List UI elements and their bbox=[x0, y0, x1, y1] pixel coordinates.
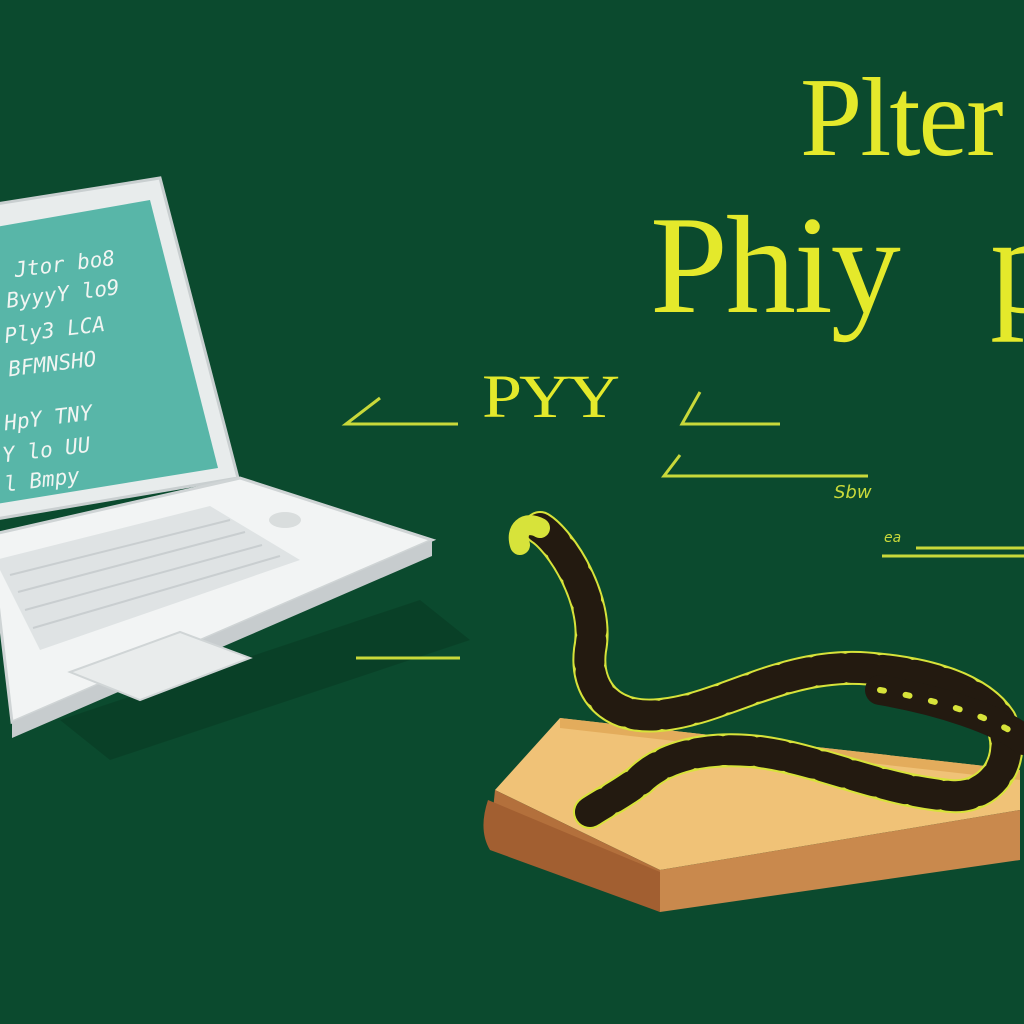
title-line-1: Plter bbox=[800, 56, 1004, 180]
title-small: PYY bbox=[482, 362, 620, 431]
title-line-2: Phiy bbox=[650, 188, 901, 343]
illustration: Plter Phiy p PYY Jtor bo8 ByyyY lo9 Ply3… bbox=[0, 0, 1024, 1024]
title-line-3: p bbox=[990, 196, 1024, 336]
deco-label: ea bbox=[884, 530, 902, 546]
deco-lines bbox=[341, 391, 1024, 660]
deco-label: Sbw bbox=[834, 482, 872, 503]
